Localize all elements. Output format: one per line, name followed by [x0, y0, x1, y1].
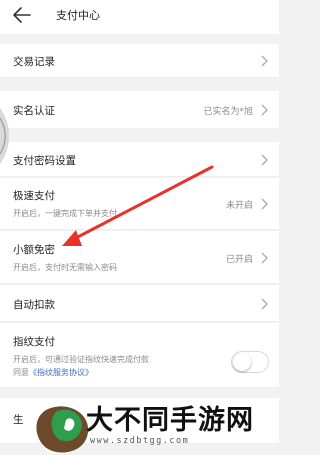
real-name-auth-item[interactable]: 实名认证 已实名为*旭 [0, 91, 279, 129]
fingerprint-agreement: 同意《指纹服务协议》 [13, 367, 93, 378]
chevron-right-icon [261, 252, 268, 264]
fast-pay-status: 未开启 [225, 201, 253, 211]
fast-pay-item[interactable]: 极速支付 开启后，一键完成下单并支付 未开启 [0, 178, 279, 230]
fingerprint-pay-item: 指纹支付 开启后，可通过验证指纹快速完成付款 同意《指纹服务协议》 [0, 323, 279, 388]
auto-deduct-item[interactable]: 自动扣款 [0, 285, 279, 322]
chevron-right-icon [261, 298, 268, 310]
edge-handle[interactable] [0, 108, 11, 164]
fast-pay-label: 极速支付 [13, 190, 55, 202]
real-name-status: 已实名为*旭 [203, 107, 253, 117]
chevron-right-icon [261, 104, 268, 116]
small-amount-password-free-item[interactable]: 小额免密 开启后，支付时无需输入密码 已开启 [0, 231, 279, 284]
top-bar: 支付中心 [0, 0, 279, 34]
auto-deduct-label: 自动扣款 [13, 299, 55, 311]
fingerprint-pay-toggle[interactable] [231, 351, 269, 373]
fast-pay-description: 开启后，一键完成下单并支付 [13, 209, 117, 218]
fingerprint-service-agreement-link[interactable]: 《指纹服务协议》 [29, 368, 93, 377]
chevron-right-icon [261, 154, 268, 166]
agreement-prefix: 同意 [13, 368, 29, 377]
pay-password-settings-label: 支付密码设置 [13, 155, 76, 167]
pay-password-settings-item[interactable]: 支付密码设置 [0, 142, 279, 177]
watermark-url: www.szdbtgg.com [90, 436, 190, 446]
small-amount-password-free-label: 小额免密 [13, 244, 55, 256]
small-amount-password-free-status: 已开启 [225, 255, 253, 265]
page-title: 支付中心 [56, 9, 100, 22]
fingerprint-pay-label: 指纹支付 [13, 336, 55, 348]
back-arrow-icon[interactable] [10, 4, 34, 26]
fingerprint-pay-description: 开启后，可通过验证指纹快速完成付款 [13, 355, 149, 364]
transaction-records-label: 交易记录 [13, 56, 55, 68]
real-name-auth-label: 实名认证 [13, 105, 55, 117]
transaction-records-item[interactable]: 交易记录 [0, 44, 279, 78]
toggle-knob [233, 353, 251, 371]
watermark-text: 大不同手游网 [86, 405, 254, 436]
small-amount-password-free-description: 开启后，支付时无需输入密码 [13, 263, 117, 272]
chevron-right-icon [261, 198, 268, 210]
chevron-right-icon [261, 55, 268, 67]
